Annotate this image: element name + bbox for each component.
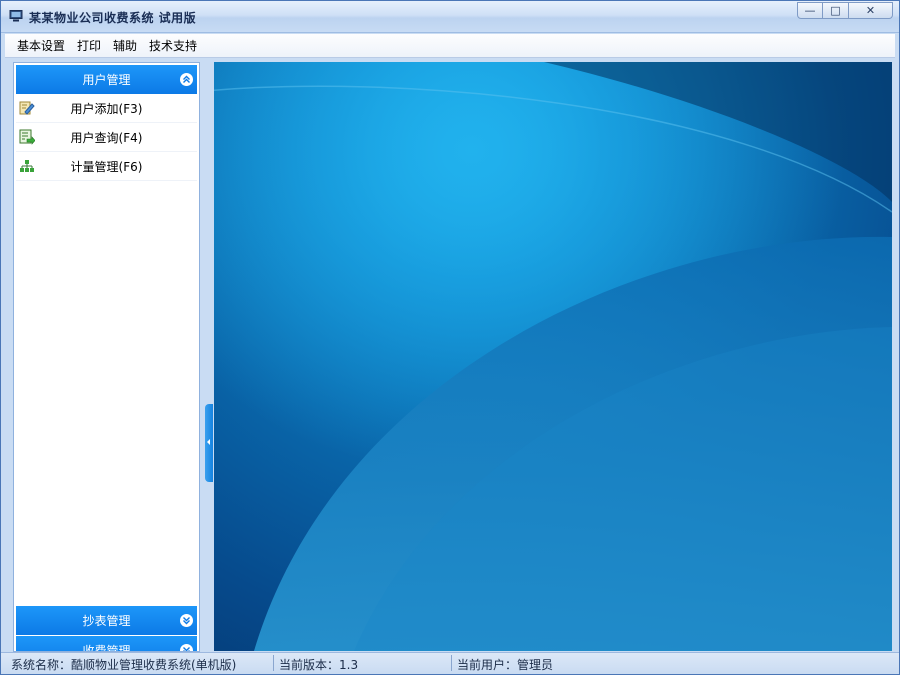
group-title: 抄表管理: [82, 614, 131, 628]
group-title: 收费管理: [82, 644, 131, 652]
menu-tech-support[interactable]: 技术支持: [143, 37, 203, 54]
sidebar-panel: 用户管理 用户添加(F3) 用户查询(F4) 计量管理(F6) 抄表管理 收费管…: [13, 62, 200, 652]
computer-icon: [9, 10, 23, 22]
collapse-handle[interactable]: [205, 404, 213, 482]
status-divider: [451, 655, 452, 671]
status-system-name: 系统名称：酷顺物业管理收费系统(单机版): [11, 658, 237, 672]
status-divider: [273, 655, 274, 671]
group-header-meter-reading[interactable]: 抄表管理: [16, 606, 197, 635]
status-bar: 系统名称：酷顺物业管理收费系统(单机版) 当前版本：1.3 当前用户：管理员: [1, 652, 899, 674]
app-window: 某某物业公司收费系统 试用版 — □ ✕ 基本设置 打印 辅助 技术支持 用户管…: [0, 0, 900, 675]
menu-bar: 基本设置 打印 辅助 技术支持: [5, 34, 895, 58]
group-header-user-management[interactable]: 用户管理: [16, 65, 197, 94]
sidebar-item-label: 用户添加(F3): [70, 101, 143, 116]
background-wallpaper: [214, 62, 892, 651]
status-version: 当前版本：1.3: [279, 658, 359, 672]
maximize-icon: □: [830, 4, 841, 17]
window-title: 某某物业公司收费系统 试用版: [29, 11, 197, 25]
status-current-user: 当前用户：管理员: [457, 658, 554, 672]
maximize-button[interactable]: □: [823, 2, 849, 19]
group-title: 用户管理: [82, 73, 131, 87]
panel-splitter[interactable]: [201, 62, 213, 652]
menu-basic-settings[interactable]: 基本设置: [11, 37, 71, 54]
group-header-billing[interactable]: 收费管理: [16, 636, 197, 652]
sidebar-item-label: 用户查询(F4): [70, 130, 143, 145]
minimize-button[interactable]: —: [797, 2, 823, 19]
sidebar-item-label: 计量管理(F6): [70, 159, 143, 174]
chevron-up-icon[interactable]: [180, 73, 193, 86]
minimize-icon: —: [804, 4, 816, 17]
close-button[interactable]: ✕: [849, 2, 893, 19]
sidebar-item-query-user[interactable]: 用户查询(F4): [16, 123, 197, 152]
menu-auxiliary[interactable]: 辅助: [107, 37, 143, 54]
chevron-down-icon[interactable]: [180, 614, 193, 627]
chevron-down-icon[interactable]: [180, 644, 193, 651]
main-content-area: [214, 62, 892, 651]
menu-print[interactable]: 打印: [71, 37, 107, 54]
title-bar[interactable]: 某某物业公司收费系统 试用版 — □ ✕: [1, 1, 899, 33]
sidebar-item-metering[interactable]: 计量管理(F6): [16, 152, 197, 181]
sidebar-item-add-user[interactable]: 用户添加(F3): [16, 94, 197, 123]
close-icon: ✕: [865, 4, 876, 17]
